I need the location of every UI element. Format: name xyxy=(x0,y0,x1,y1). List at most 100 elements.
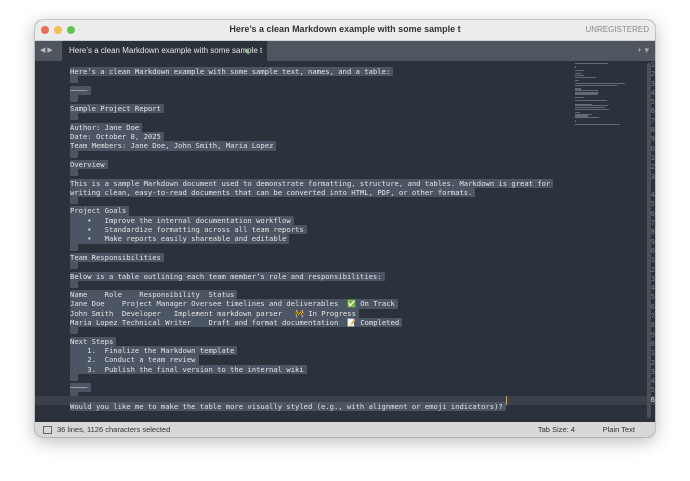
code-line[interactable]: 17 • Standardize formatting across all t… xyxy=(35,219,655,235)
minimap-line xyxy=(575,79,579,82)
title-bar: Here’s a clean Markdown example with som… xyxy=(35,20,655,41)
line-number: 1 xyxy=(650,61,655,69)
line-number: 36 xyxy=(631,396,655,405)
line-number: 19 xyxy=(631,238,655,247)
line-number: 22 xyxy=(631,266,655,275)
line-number: 32 xyxy=(631,359,655,368)
text-caret xyxy=(505,395,507,405)
code-line[interactable]: 10 xyxy=(35,145,655,158)
code-line[interactable]: 27Maria Lopez Technical Writer Draft and… xyxy=(35,312,655,328)
minimap-line xyxy=(575,123,620,125)
code-line[interactable]: 2 xyxy=(35,70,655,84)
code-line[interactable]: 34⸻ xyxy=(35,377,655,393)
code-line[interactable]: 6 xyxy=(35,107,655,121)
line-number: 3 xyxy=(650,79,655,88)
code-line[interactable]: 7 Author: Jane Doe xyxy=(35,116,655,133)
line-number: 18 xyxy=(631,228,655,237)
syntax-selector[interactable]: Plain Text xyxy=(603,422,635,437)
code-line[interactable]: 31 2. Conduct a team review xyxy=(35,349,655,365)
text-editor[interactable]: 1 Here’s a clean Markdown example with so… xyxy=(35,61,655,422)
code-line[interactable]: 14 xyxy=(35,191,655,205)
modified-dot-icon xyxy=(245,49,249,53)
line-number: 24 xyxy=(631,284,655,293)
status-bar: 36 lines, 1126 characters selected Tab S… xyxy=(35,422,655,437)
line-number: 35 xyxy=(631,386,655,395)
tab-bar: ◀ ▶ Here’s a clean Markdown example with… xyxy=(35,41,655,61)
line-number: 26 xyxy=(631,303,655,312)
line-number: 8 xyxy=(650,126,655,135)
selection-status: 36 lines, 1126 characters selected xyxy=(57,425,171,434)
line-number: 2 xyxy=(650,70,655,79)
line-number: 9 xyxy=(650,135,655,144)
line-number: 15 xyxy=(631,200,655,209)
line-number: 4 xyxy=(650,88,655,97)
minimap-line xyxy=(575,84,617,87)
new-tab-and-menu-icon[interactable]: + ▾ xyxy=(637,45,649,56)
code-line[interactable]: 5 Sample Project Report xyxy=(35,98,655,114)
code-line[interactable]: 4 xyxy=(35,88,655,102)
line-number: 27 xyxy=(631,312,655,321)
code-line[interactable]: 11Overview xyxy=(35,154,655,170)
code-line[interactable]: 22Below is a table outlining each team m… xyxy=(35,266,655,281)
scrollbar[interactable] xyxy=(647,63,651,418)
tab-size-selector[interactable]: Tab Size: 4 xyxy=(538,422,575,437)
code-line[interactable]: 33 xyxy=(35,368,655,381)
code-line[interactable]: 1 Here’s a clean Markdown example with so… xyxy=(35,61,655,77)
minimap-line xyxy=(575,117,600,119)
code-line[interactable]: 26John Smith Developer Implement markdow… xyxy=(35,303,655,319)
line-number: 31 xyxy=(631,349,655,358)
minimap-line xyxy=(575,96,585,98)
line-number: 23 xyxy=(631,275,655,284)
window-title: Here’s a clean Markdown example with som… xyxy=(229,24,461,34)
code-line[interactable]: 8 Date: October 8, 2025 xyxy=(35,126,655,142)
line-text: Would you like me to make the table more… xyxy=(70,401,506,411)
code-line[interactable]: 28 xyxy=(35,321,655,335)
code-line[interactable]: 15Project Goals xyxy=(35,200,655,216)
code-line[interactable]: 3 ⸻ xyxy=(35,79,655,95)
code-line[interactable]: 9 Team Members: Jane Doe, John Smith, Mar… xyxy=(35,135,655,151)
tab-label: Here’s a clean Markdown example with som… xyxy=(69,46,263,55)
line-number: 7 xyxy=(650,116,655,125)
minimap-line xyxy=(575,100,608,102)
code-line[interactable]: 25Jane Doe Project Manager Oversee timel… xyxy=(35,293,655,309)
tab-document[interactable]: Here’s a clean Markdown example with som… xyxy=(62,41,267,61)
code-line[interactable]: 12 xyxy=(35,163,655,177)
minimap[interactable] xyxy=(575,63,625,125)
line-number: 13 xyxy=(631,173,655,182)
code-line[interactable]: 30 1. Finalize the Markdown template xyxy=(35,340,655,356)
line-number: 12 xyxy=(631,163,655,172)
code-line[interactable]: 20Team Responsibilities xyxy=(35,247,655,263)
panel-toggle-icon[interactable] xyxy=(43,426,52,435)
code-line[interactable]: 35 xyxy=(35,386,655,400)
code-line[interactable]: writing clean, easy-to-read documents th… xyxy=(35,182,655,198)
line-number: 25 xyxy=(631,293,655,302)
minimap-line xyxy=(575,76,597,78)
minimap-line xyxy=(575,108,610,110)
unregistered-label: UNREGISTERED xyxy=(585,25,649,34)
line-number: 21 xyxy=(631,256,655,265)
code-line[interactable]: 18 • Make reports easily shareable and e… xyxy=(35,228,655,244)
line-number: 17 xyxy=(631,219,655,228)
line-number: 34 xyxy=(631,377,655,386)
line-number: 28 xyxy=(631,321,655,330)
line-number: 16 xyxy=(631,210,655,219)
line-number: 20 xyxy=(631,247,655,256)
minimap-line xyxy=(575,63,609,65)
line-number: 6 xyxy=(650,107,655,116)
code-line[interactable]: 19 xyxy=(35,238,655,251)
code-line[interactable]: 21 xyxy=(35,256,655,270)
line-number: 30 xyxy=(631,340,655,349)
tab-nav-arrows-icon[interactable]: ◀ ▶ xyxy=(40,46,53,54)
line-number: 33 xyxy=(631,368,655,377)
code-line[interactable]: 36 Would you like me to make the table mo… xyxy=(35,395,655,411)
code-line[interactable]: 24Name Role Responsibility Status xyxy=(35,284,655,300)
code-line[interactable]: 23 xyxy=(35,275,655,288)
minimap-line xyxy=(575,69,585,71)
code-line[interactable]: 13This is a sample Markdown document use… xyxy=(35,173,655,188)
line-number: 14 xyxy=(631,191,655,200)
line-number: 11 xyxy=(631,154,655,163)
code-line[interactable]: 16 • Improve the internal documentation … xyxy=(35,210,655,226)
line-number: 10 xyxy=(631,145,655,154)
code-line[interactable]: 29Next Steps xyxy=(35,331,655,346)
code-line[interactable]: 32 3. Publish the final version to the i… xyxy=(35,359,655,374)
